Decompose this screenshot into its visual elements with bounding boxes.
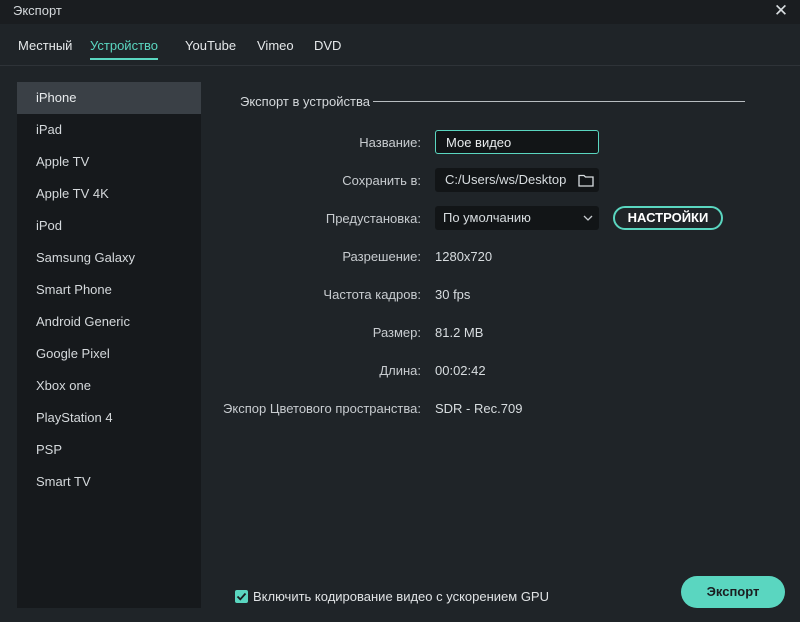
window-title: Экспорт: [13, 3, 62, 18]
tab-bar: Местный Устройство YouTube Vimeo DVD: [0, 24, 800, 66]
section-divider: [373, 101, 745, 102]
preset-label: Предустановка:: [325, 211, 421, 226]
tab-device[interactable]: Устройство: [90, 38, 159, 60]
colorspace-label: Экспор Цветового пространства:: [223, 401, 421, 416]
sidebar-item-xbox-one[interactable]: Xbox one: [17, 370, 201, 402]
title-bar: Экспорт ✕: [0, 0, 800, 24]
settings-button[interactable]: НАСТРОЙКИ: [613, 206, 723, 230]
sidebar-item-psp[interactable]: PSP: [17, 434, 201, 466]
size-label: Размер:: [372, 325, 421, 340]
export-button[interactable]: Экспорт: [681, 576, 785, 608]
sidebar-item-google-pixel[interactable]: Google Pixel: [17, 338, 201, 370]
resolution-label: Разрешение:: [342, 249, 421, 264]
sidebar-item-smart-tv[interactable]: Smart TV: [17, 466, 201, 498]
save-to-label: Сохранить в:: [342, 173, 421, 188]
close-icon[interactable]: ✕: [772, 2, 790, 20]
gpu-checkbox[interactable]: [235, 590, 248, 603]
sidebar-item-android-generic[interactable]: Android Generic: [17, 306, 201, 338]
name-label: Название:: [359, 135, 421, 150]
sidebar-item-samsung-galaxy[interactable]: Samsung Galaxy: [17, 242, 201, 274]
preset-value: По умолчанию: [443, 210, 531, 225]
duration-value: 00:02:42: [435, 363, 486, 378]
sidebar-item-apple-tv-4k[interactable]: Apple TV 4K: [17, 178, 201, 210]
save-path-value: C:/Users/ws/Desktop: [445, 172, 567, 187]
section-title: Экспорт в устройства: [240, 94, 370, 109]
gpu-label: Включить кодирование видео с ускорением …: [253, 589, 549, 604]
save-path-field[interactable]: C:/Users/ws/Desktop: [435, 168, 599, 192]
framerate-label: Частота кадров:: [323, 287, 421, 302]
tab-vimeo[interactable]: Vimeo: [257, 38, 294, 58]
sidebar-item-smart-phone[interactable]: Smart Phone: [17, 274, 201, 306]
tab-local[interactable]: Местный: [18, 38, 72, 58]
device-list: iPhone iPad Apple TV Apple TV 4K iPod Sa…: [17, 82, 201, 608]
folder-icon[interactable]: [578, 173, 594, 187]
resolution-value: 1280x720: [435, 249, 493, 264]
sidebar-item-apple-tv[interactable]: Apple TV: [17, 146, 201, 178]
check-icon: [236, 592, 247, 601]
duration-label: Длина:: [379, 363, 421, 378]
preset-dropdown[interactable]: По умолчанию: [435, 206, 599, 230]
tab-youtube[interactable]: YouTube: [185, 38, 236, 58]
tab-dvd[interactable]: DVD: [314, 38, 341, 58]
sidebar-item-iphone[interactable]: iPhone: [17, 82, 201, 114]
size-value: 81.2 MB: [435, 325, 484, 340]
chevron-down-icon: [583, 215, 593, 221]
sidebar-item-ipod[interactable]: iPod: [17, 210, 201, 242]
sidebar-item-playstation-4[interactable]: PlayStation 4: [17, 402, 201, 434]
name-input[interactable]: [435, 130, 599, 154]
colorspace-value: SDR - Rec.709: [435, 401, 523, 416]
sidebar-item-ipad[interactable]: iPad: [17, 114, 201, 146]
framerate-value: 30 fps: [435, 287, 471, 302]
